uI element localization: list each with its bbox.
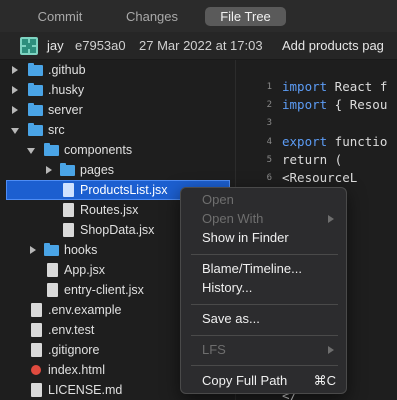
menu-item-copy-full-path[interactable]: Copy Full Path (202, 372, 287, 390)
tree-item-label: .gitignore (48, 343, 100, 357)
code-line: import React f (282, 79, 388, 94)
tree-item-label: .husky (48, 83, 85, 97)
line-number: 4 (266, 136, 272, 147)
submenu-arrow-icon (328, 215, 334, 223)
tree-item-components[interactable]: components (0, 140, 236, 160)
tree-item-pages[interactable]: pages (0, 160, 236, 180)
code-line: <ResourceL (282, 170, 358, 185)
submenu-arrow-icon (328, 346, 334, 354)
commit-message: Add products pag (282, 38, 384, 53)
folder-icon (28, 103, 43, 116)
chevron-right-icon[interactable] (12, 86, 18, 94)
menu-item-blame-timeline[interactable]: Blame/Timeline... (202, 260, 302, 278)
commit-hash: e7953a0 (75, 38, 126, 53)
menu-item-open: Open (202, 192, 234, 207)
file-icon (31, 303, 42, 317)
tree-item-label: entry-client.jsx (64, 283, 144, 297)
chevron-right-icon[interactable] (12, 106, 18, 114)
menu-item-open-with: Open With (202, 211, 264, 226)
chevron-right-icon[interactable] (46, 166, 52, 174)
commit-date: 27 Mar 2022 at 17:03 (139, 38, 263, 53)
folder-icon (28, 123, 43, 136)
menu-item-lfs: LFS (202, 342, 226, 357)
tree-item-label: hooks (64, 243, 98, 257)
menu-separator (191, 335, 338, 336)
tree-item-label: server (48, 103, 83, 117)
code-line: export functio (282, 133, 388, 149)
file-icon (31, 323, 42, 337)
menu-item-show-in-finder[interactable]: Show in Finder (202, 229, 289, 247)
tree-item-label: ProductsList.jsx (80, 183, 168, 197)
folder-icon (28, 83, 43, 96)
menu-separator (191, 304, 338, 305)
file-icon (31, 343, 42, 357)
tree-item-label: components (64, 143, 133, 157)
file-icon (47, 283, 58, 297)
tree-item-husky[interactable]: .husky (0, 80, 236, 100)
tree-item-label: pages (80, 163, 115, 177)
tree-item-github[interactable]: .github (0, 60, 236, 80)
tree-item-label: src (48, 123, 65, 137)
folder-icon (44, 243, 59, 256)
tab-bar: Commit Changes File Tree (0, 0, 397, 32)
tree-item-label: .env.example (48, 303, 122, 317)
menu-item-save-as[interactable]: Save as... (202, 310, 260, 328)
folder-icon (44, 143, 59, 156)
folder-icon (60, 163, 75, 176)
commit-author: jay (47, 38, 64, 53)
menu-separator (191, 254, 338, 255)
file-icon (63, 203, 74, 217)
file-icon (47, 263, 58, 277)
menu-separator (191, 365, 338, 366)
tree-item-src[interactable]: src (0, 120, 236, 140)
menu-item-history[interactable]: History... (202, 279, 252, 297)
line-number: 1 (266, 82, 272, 92)
line-number: 2 (266, 100, 272, 111)
menu-shortcut: ⌘C (313, 373, 336, 388)
chevron-down-icon[interactable] (11, 128, 19, 134)
tab-file-tree[interactable]: File Tree (205, 7, 286, 26)
folder-icon (28, 63, 43, 76)
tab-changes[interactable]: Changes (118, 7, 186, 26)
tree-item-label: ShopData.jsx (80, 223, 155, 237)
tree-item-label: LICENSE.md (48, 383, 123, 397)
line-number: 3 (266, 118, 272, 129)
tree-item-label: Routes.jsx (80, 203, 139, 217)
file-icon (63, 223, 74, 237)
chevron-right-icon[interactable] (30, 246, 36, 254)
red-dot-icon (31, 365, 41, 375)
line-number: 5 (266, 154, 272, 165)
context-menu: Open Open With Show in Finder Blame/Time… (180, 187, 347, 394)
file-icon (31, 383, 42, 397)
tree-item-label: index.html (48, 363, 105, 377)
file-icon (63, 183, 74, 197)
tree-item-label: App.jsx (64, 263, 105, 277)
avatar (20, 37, 38, 55)
chevron-down-icon[interactable] (27, 148, 35, 154)
tree-item-server[interactable]: server (0, 100, 236, 120)
line-number: 6 (266, 173, 272, 183)
tree-item-label: .env.test (48, 323, 95, 337)
tree-item-label: .github (48, 63, 86, 77)
tab-commit[interactable]: Commit (30, 7, 90, 26)
code-line: import { Resou (282, 97, 388, 113)
chevron-right-icon[interactable] (12, 66, 18, 74)
code-line: return ( (282, 151, 343, 167)
